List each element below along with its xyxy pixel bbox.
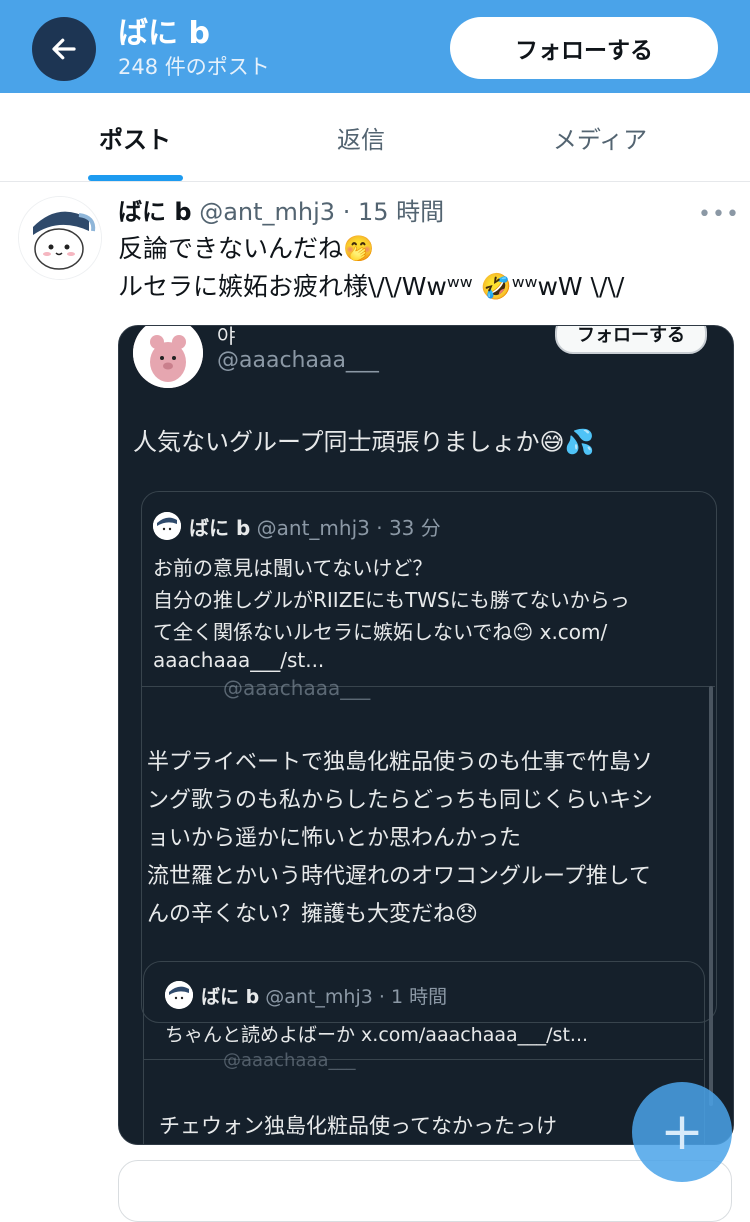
tab-replies[interactable]: 返信: [286, 93, 436, 181]
quote2-handle: @ant_mhj3: [265, 986, 373, 1008]
back-button[interactable]: [32, 17, 96, 81]
profile-header: ばに b 248 件のポスト フォローする: [0, 0, 750, 93]
more-horizontal-icon[interactable]: •••: [698, 202, 740, 227]
bottom-text: チェウォン独島化粧品使ってなかったっけ: [159, 1114, 557, 1138]
quote-avatar: [153, 512, 181, 540]
tab-media[interactable]: メディア: [520, 93, 680, 181]
quote2-name: ばに b: [201, 986, 260, 1008]
quote-separator: ·: [376, 516, 383, 540]
quote2-separator: ·: [378, 986, 385, 1008]
body-line-4: 流世羅とかいう時代遅れのオワコングループ推して: [147, 864, 652, 889]
tab-posts[interactable]: ポスト: [60, 93, 210, 181]
body-line-1: 半プライベートで独島化粧品使うのも仕事で竹島ソ: [147, 750, 654, 775]
cut-handle: @aaachaaa___: [223, 676, 371, 700]
quote2-line-1: ちゃんと読めよばーか x.com/aaachaaa___/st...: [165, 1024, 589, 1046]
quote-time: 33 分: [388, 516, 441, 540]
attached-image[interactable]: 야 @aaachaaa___ フォローする 人気ないグループ同士頑張りましょか😅…: [118, 325, 734, 1145]
quote-meta: ばに b @ant_mhj3 · 33 分: [189, 512, 441, 541]
plus-icon: +: [660, 1102, 704, 1162]
quote-line-3: て全く関係ないルセラに嫉妬しないでね😊 x.com/: [153, 620, 608, 644]
quote-line-2: 自分の推しグルがRIIZEにもTWSにも勝てないからっ: [153, 588, 630, 612]
compose-button[interactable]: +: [632, 1082, 732, 1182]
post-time[interactable]: 15 時間: [358, 198, 444, 226]
quote-name: ばに b: [189, 516, 251, 540]
body-line-2: ング歌うのも私からしたらどっちも同じくらいキシ: [147, 788, 654, 813]
post-author-name[interactable]: ばに b: [118, 198, 192, 226]
embedded-avatar: [133, 326, 203, 388]
arrow-left-icon: [52, 38, 76, 60]
quote2-meta: ばに b @ant_mhj3 · 1 時間: [201, 982, 447, 1009]
quote-line-1: お前の意見は聞いてないけど？: [153, 556, 433, 580]
next-post-card: [118, 1160, 732, 1222]
embedded-main-text: 人気ないグループ同士頑張りましょか😅💦: [133, 428, 595, 456]
post-text-line-2: ルセラに嫉妬お疲れ様\/\/Wwʷʷ 🤣ʷʷwW \/\/: [118, 272, 625, 301]
quote-line-4: aaachaaa___/st...: [153, 648, 325, 672]
body-line-3: ョいから遥かに怖いとか思わんかった: [147, 826, 522, 851]
post-text-line-1: 反論できないんだね🤭: [118, 234, 375, 263]
quote-handle: @ant_mhj3: [256, 516, 370, 540]
cut-handle-2: @aaachaaa___: [223, 1050, 356, 1071]
avatar-illustration: [19, 197, 101, 279]
active-tab-indicator: [88, 175, 183, 181]
body-line-5: んの辛くない？擁護も大変だね😞: [147, 902, 478, 927]
post-author-handle[interactable]: @ant_mhj3: [199, 198, 335, 226]
post-meta: ばに b @ant_mhj3 · 15 時間: [118, 196, 444, 228]
meta-separator: ·: [342, 198, 351, 226]
post-count: 248 件のポスト: [118, 55, 270, 79]
avatar[interactable]: [18, 196, 102, 280]
quote2-time: 1 時間: [390, 986, 448, 1008]
follow-button[interactable]: フォローする: [450, 17, 718, 79]
profile-name: ばに b: [118, 16, 210, 51]
embedded-name: 야: [217, 325, 236, 348]
scrollbar: [709, 686, 713, 1106]
profile-tabs: ポスト 返信 メディア: [0, 93, 750, 182]
embedded-handle: @aaachaaa___: [217, 348, 379, 373]
embedded-follow-button: フォローする: [555, 326, 707, 354]
quote2-avatar: [165, 981, 193, 1009]
